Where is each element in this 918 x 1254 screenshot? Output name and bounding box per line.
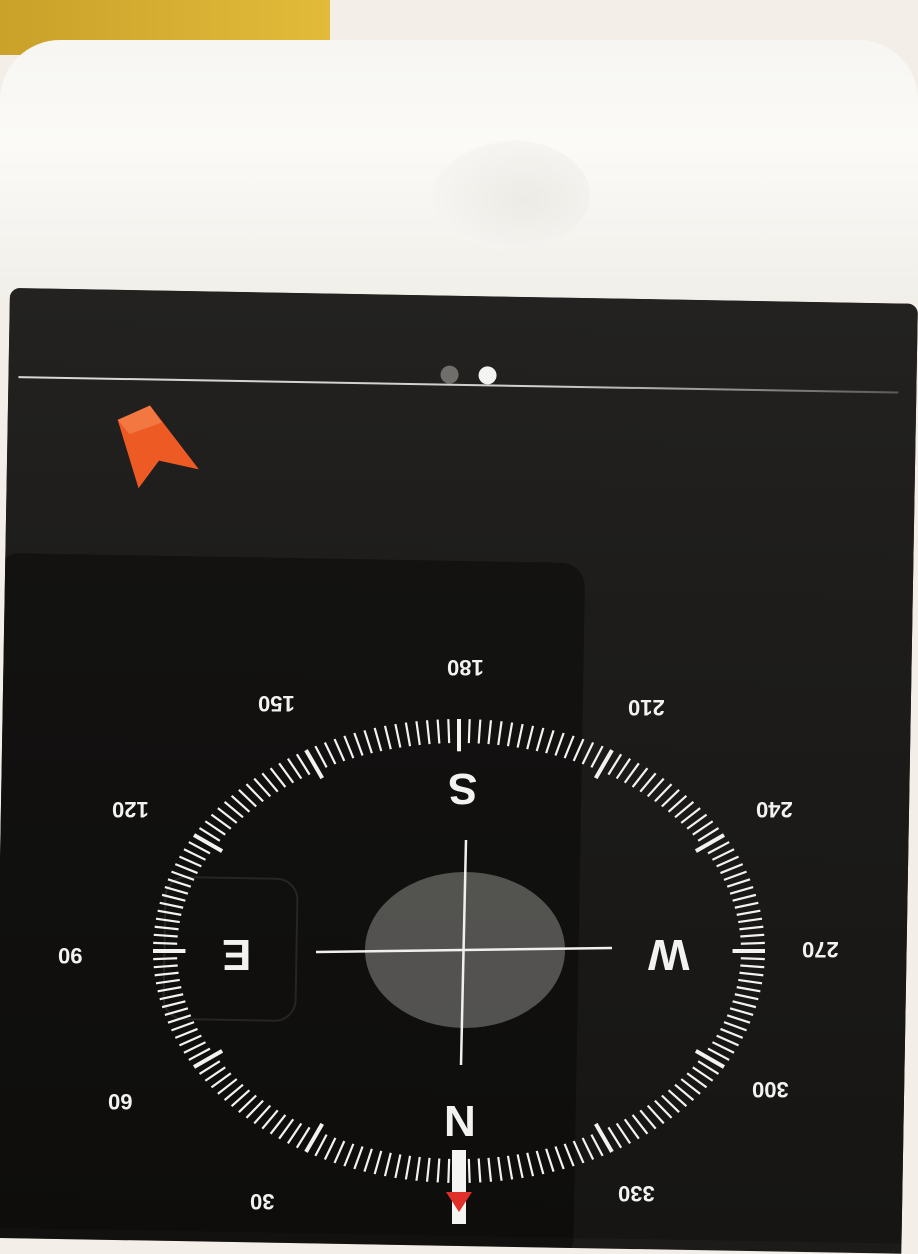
- reflection-camera: [162, 875, 299, 1023]
- compass-screen: [0, 288, 918, 1254]
- photo-scene: S N E W 30 60 90 120 150 180 210 240 270…: [0, 0, 918, 1254]
- background-desk-hole: [430, 140, 590, 250]
- screen-reflection: [0, 552, 586, 1254]
- page-dot-1[interactable]: [440, 365, 459, 384]
- phone-device: [0, 288, 918, 1254]
- page-dot-2[interactable]: [478, 366, 497, 385]
- navigation-arrow-icon[interactable]: [98, 400, 200, 502]
